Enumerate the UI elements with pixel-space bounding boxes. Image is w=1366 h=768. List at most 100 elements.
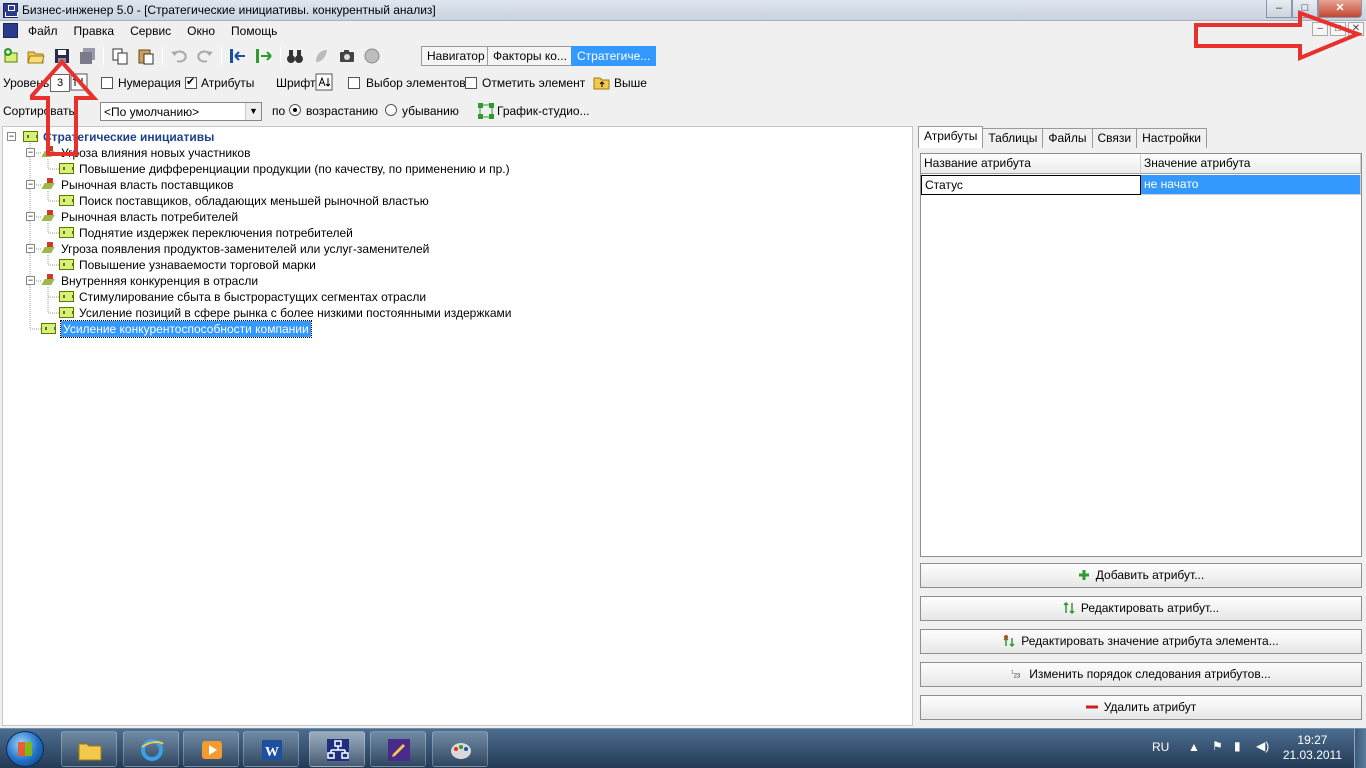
column-header-value[interactable]: Значение атрибута [1141,154,1361,174]
flag-icon [41,210,56,222]
view-toolbar: Уровень 3 Нумерация Атрибуты Шрифт Выбор… [0,70,1366,96]
tab-navigator[interactable]: Навигатор [421,46,491,66]
table-row[interactable]: Статус не начато [921,175,1361,195]
folder-icon [78,743,102,761]
camera-icon[interactable] [338,47,356,65]
mark-element-label: Отметить элемент [482,76,586,90]
column-header-name[interactable]: Название атрибута [921,154,1141,174]
tab-strategic[interactable]: Стратегиче... [571,46,657,66]
edit-attribute-value-button[interactable]: Редактировать значение атрибута элемента… [920,629,1362,654]
battery-icon[interactable]: ▮ [1234,739,1241,753]
new-element-icon[interactable] [3,47,21,65]
graph-studio-button[interactable]: График-студио... [497,104,590,118]
leaf-icon[interactable] [312,47,330,65]
add-attribute-button[interactable]: Добавить атрибут... [920,563,1362,588]
initiative-icon [59,307,74,318]
volume-icon[interactable]: ◀) [1256,739,1269,753]
strategy-tree[interactable]: − Стратегические инициативы − Угроза вли… [2,126,913,726]
taskbar-explorer[interactable] [61,731,117,767]
attributes-checkbox[interactable] [185,75,197,89]
select-elements-checkbox[interactable] [348,77,360,89]
taskbar-business-engineer[interactable] [309,731,365,767]
window-title: Бизнес-инженер 5.0 - [Стратегические ини… [22,3,436,17]
language-indicator[interactable]: RU [1152,740,1169,754]
undo-icon[interactable] [170,47,188,65]
redo-icon[interactable] [196,47,214,65]
table-header: Название атрибута Значение атрибута [921,154,1361,174]
sort-toolbar: Сортировать <По умолчанию> ▼ по возраста… [0,98,1366,124]
binoculars-icon[interactable] [286,47,304,65]
numbering-checkbox[interactable] [101,77,113,89]
svg-text:23: 23 [1014,673,1021,679]
up-folder-icon[interactable] [593,73,611,91]
tab-settings[interactable]: Настройки [1136,128,1207,148]
taskbar-word[interactable]: W [243,731,299,767]
chevron-down-icon[interactable]: ▼ [245,103,261,120]
graph-studio-icon[interactable] [477,102,495,120]
taskbar-paint[interactable] [432,731,488,767]
title-bar: Бизнес-инженер 5.0 - [Стратегические ини… [0,0,1366,21]
tree-expand-group[interactable]: − [26,212,35,221]
menu-file[interactable]: Файл [20,24,66,38]
initiative-icon [59,195,74,206]
red-arrow-up-annotation [30,58,99,156]
tab-factors[interactable]: Факторы ко... [487,46,573,66]
desc-radio[interactable] [385,104,397,116]
attributes-label: Атрибуты [201,76,255,90]
taskbar-media-player[interactable] [183,731,239,767]
tree-expand-group[interactable]: − [26,180,35,189]
menu-service[interactable]: Сервис [122,24,179,38]
up-button[interactable]: Выше [614,76,647,90]
chevron-up-icon[interactable]: ▲ [1188,740,1200,754]
initiative-icon [59,291,74,302]
taskbar-editor[interactable] [370,731,426,767]
asc-radio[interactable] [289,104,301,116]
word-icon: W [262,740,282,760]
edit-attribute-button[interactable]: Редактировать атрибут... [920,596,1362,621]
tab-links[interactable]: Связи [1091,128,1138,148]
sort-select-value: <По умолчанию> [104,105,200,119]
mark-element-checkbox[interactable] [465,77,477,89]
attribute-name-cell[interactable]: Статус [921,175,1141,195]
edit-value-icon [1003,635,1015,647]
flag-icon [41,242,56,254]
menu-window[interactable]: Окно [179,24,223,38]
delete-attribute-button[interactable]: Удалить атрибут [920,695,1362,720]
document-icon[interactable] [3,23,18,38]
reorder-attributes-button[interactable]: 1 23 Изменить порядок следования атрибутов… [920,662,1362,687]
plus-icon [1078,570,1089,580]
tab-attributes[interactable]: Атрибуты [918,126,984,148]
globe-icon[interactable] [363,47,381,65]
app-logo-icon [3,3,18,18]
media-player-icon [202,741,222,759]
flag-icon [41,274,56,286]
select-elements-label: Выбор элементов [366,76,466,90]
attribute-panel-tabs: Атрибуты Таблицы Файлы Связи Настройки [918,126,1207,148]
add-attribute-label: Добавить атрибут... [1095,568,1205,582]
edit-attribute-value-label: Редактировать значение атрибута элемента… [1021,634,1279,648]
network-icon[interactable]: ⚑ [1212,739,1223,753]
clock[interactable]: 19:27 21.03.2011 [1283,733,1342,763]
show-desktop-button[interactable] [1354,729,1366,768]
copy-icon[interactable] [111,47,129,65]
tree-expand-group[interactable]: − [26,244,35,253]
move-left-icon[interactable] [229,47,247,65]
attribute-value-cell[interactable]: не начато [1141,175,1361,195]
sort-select[interactable]: <По умолчанию> ▼ [100,102,262,121]
attribute-table[interactable]: Название атрибута Значение атрибута Стат… [920,153,1362,557]
flag-icon [41,178,56,190]
menu-edit[interactable]: Правка [66,24,123,38]
paste-icon[interactable] [137,47,155,65]
tree-expand-group[interactable]: − [26,276,35,285]
tab-files[interactable]: Файлы [1042,128,1093,148]
menu-help[interactable]: Помощь [223,24,285,38]
tree-expand-root[interactable]: − [7,132,16,141]
start-button[interactable] [6,731,44,767]
taskbar-ie[interactable] [123,731,179,767]
taskbar: W RU ▲ ⚑ ▮ ◀) 19:27 21.03.2011 [0,728,1366,768]
move-right-icon[interactable] [255,47,273,65]
font-size-icon[interactable] [315,73,333,91]
by-label: по [272,104,286,118]
initiative-icon [59,163,74,174]
tab-tables[interactable]: Таблицы [982,128,1044,148]
